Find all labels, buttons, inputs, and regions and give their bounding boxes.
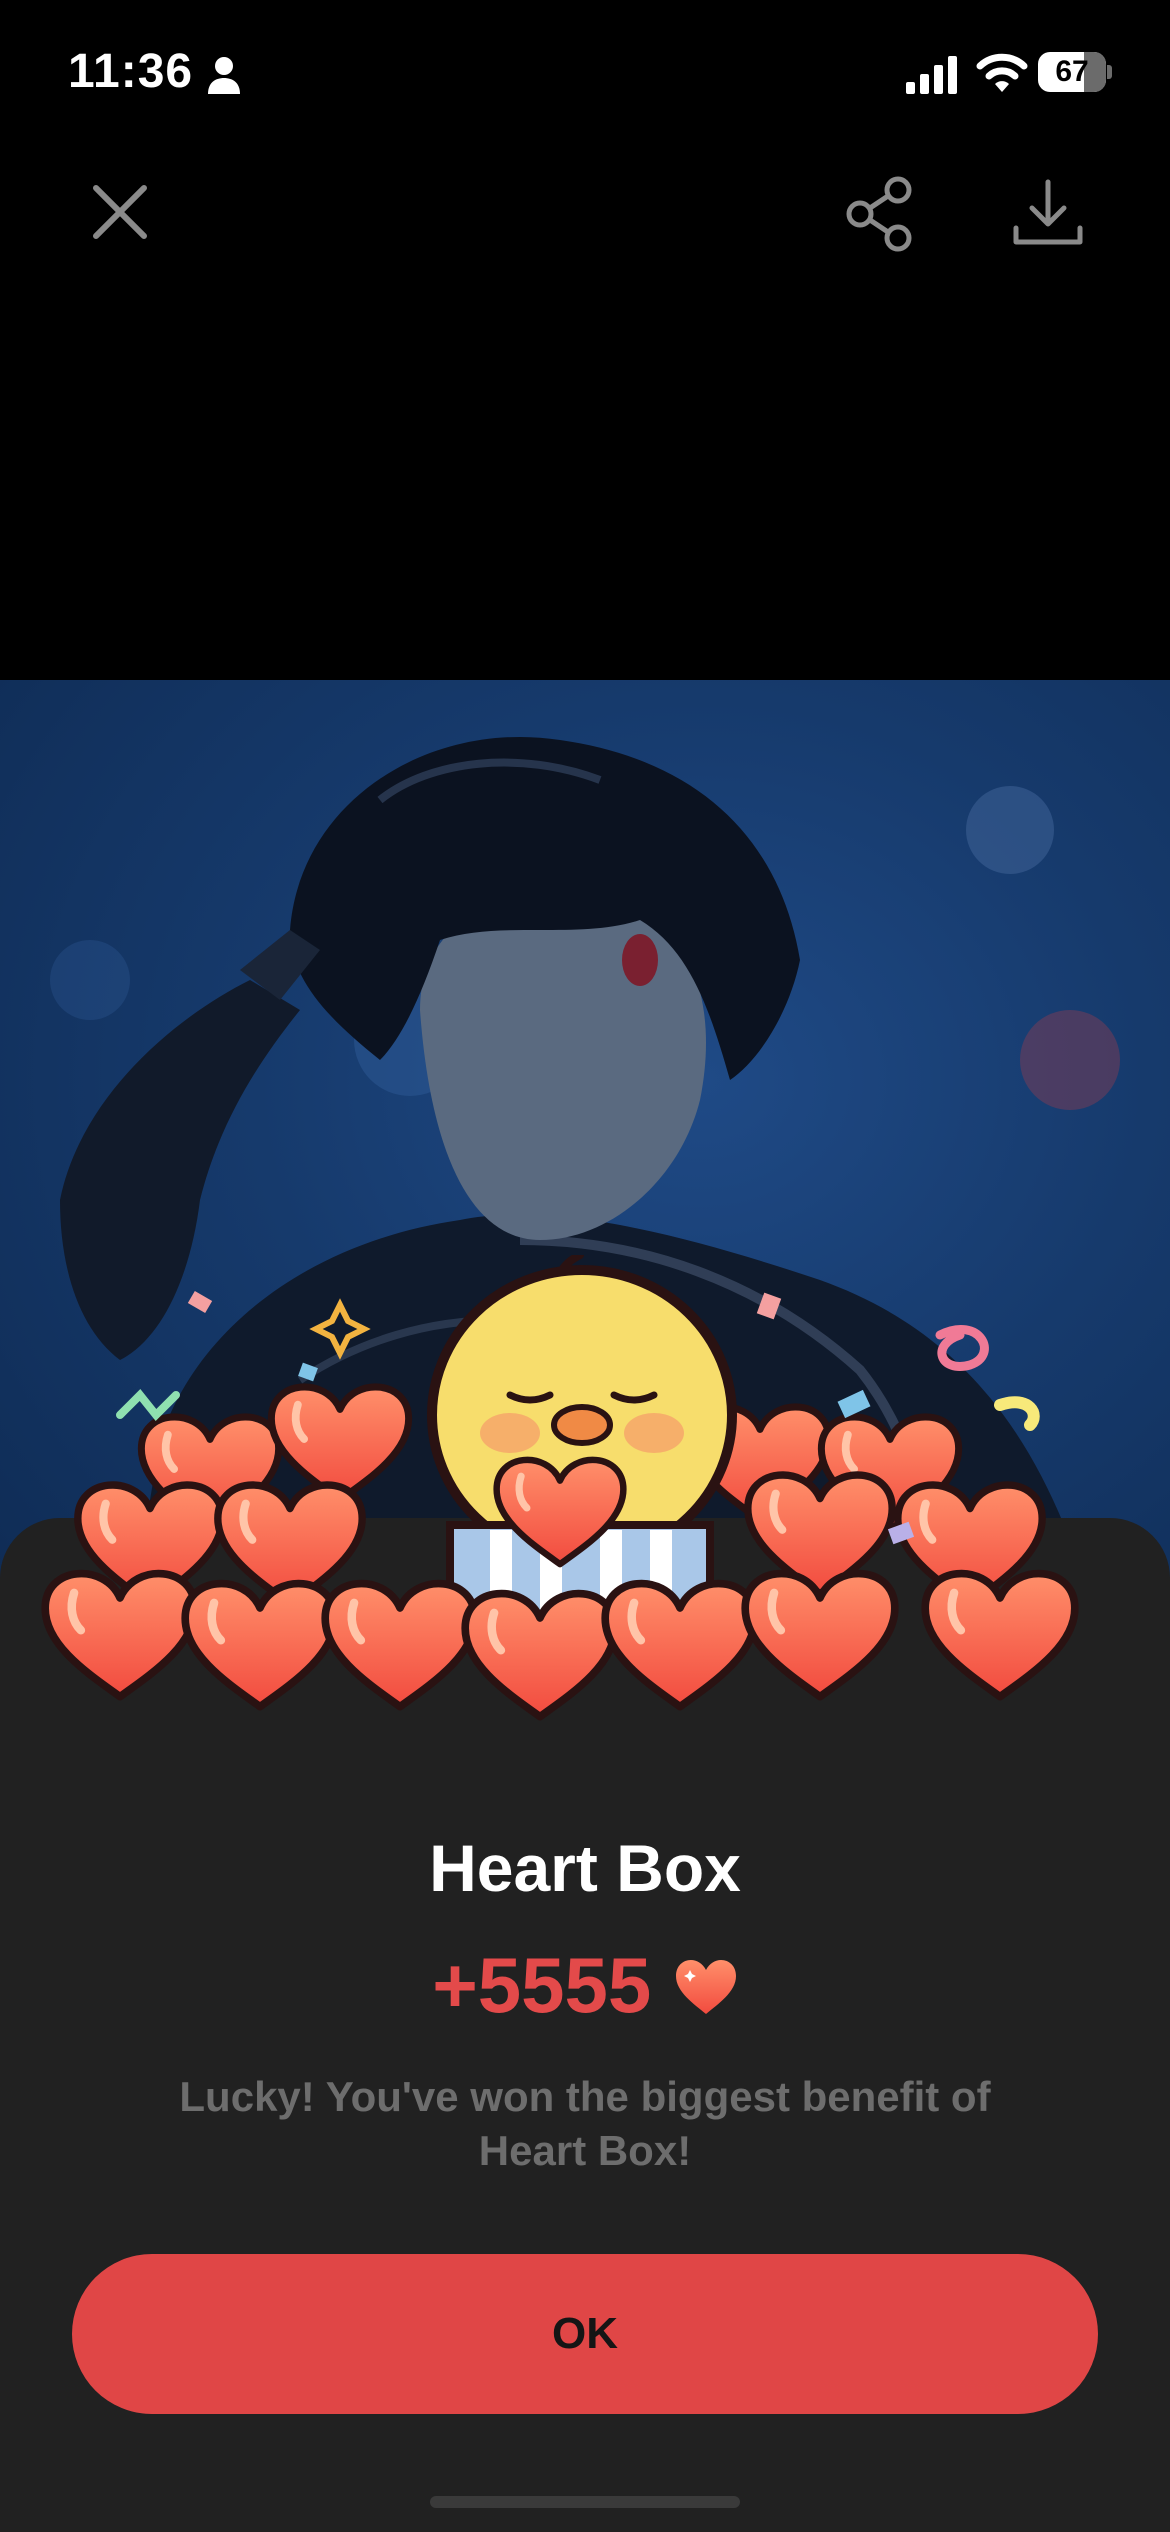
share-icon xyxy=(846,176,912,252)
cellular-signal-icon xyxy=(906,56,957,94)
battery-cap xyxy=(1107,65,1112,79)
reward-row: +5555 xyxy=(0,1940,1170,2029)
heart-icon xyxy=(675,1959,736,2014)
ok-button[interactable]: OK xyxy=(72,2254,1098,2414)
dialog-title: Heart Box xyxy=(429,1831,741,1905)
status-bar: 11:36 67 xyxy=(0,0,1170,150)
home-indicator xyxy=(430,2496,740,2508)
close-icon xyxy=(93,185,147,239)
battery-indicator: 67 xyxy=(1038,52,1112,92)
close-button[interactable] xyxy=(80,172,160,252)
share-button[interactable] xyxy=(840,172,924,256)
battery-body: 67 xyxy=(1038,52,1106,92)
battery-percent: 67 xyxy=(1055,55,1089,88)
reward-amount: +5555 xyxy=(432,1941,652,2029)
person-icon xyxy=(208,57,240,94)
dialog-message: Lucky! You've won the biggest benefit of… xyxy=(179,2073,991,2174)
download-icon xyxy=(1013,179,1083,245)
heart-box-illustration xyxy=(40,1255,1130,1755)
status-time: 11:36 xyxy=(68,45,194,98)
wifi-icon xyxy=(976,53,1028,92)
download-button[interactable] xyxy=(1006,172,1090,256)
